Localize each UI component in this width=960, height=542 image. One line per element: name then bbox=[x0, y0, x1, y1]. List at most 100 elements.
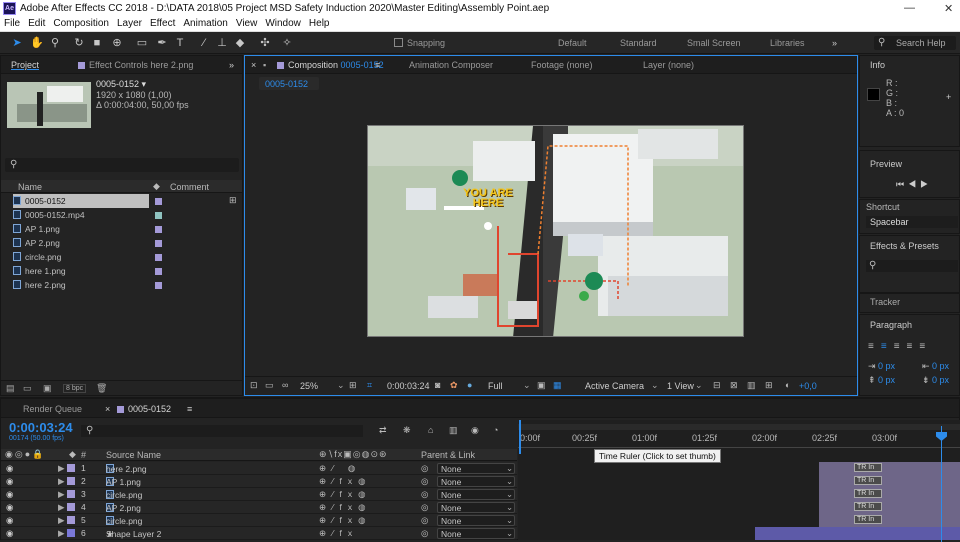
indent-left[interactable]: ⇥ 0 px bbox=[868, 361, 895, 372]
chevron-down-icon[interactable]: ⌄ bbox=[695, 380, 703, 391]
close-tab-icon[interactable]: × bbox=[251, 60, 256, 70]
new-composition-icon[interactable]: ▣ bbox=[43, 383, 52, 394]
eye-icon[interactable]: ◉ bbox=[6, 502, 13, 513]
work-area-bar[interactable] bbox=[518, 424, 960, 430]
project-item[interactable]: here 2.png bbox=[13, 278, 66, 292]
layer-switches[interactable]: ⊕⁄fx◍ bbox=[319, 476, 372, 487]
expand-arrow-icon[interactable]: ▶ bbox=[58, 502, 65, 513]
pickwhip-icon[interactable]: ◎ bbox=[421, 515, 428, 526]
marker-label[interactable]: TR In bbox=[854, 463, 882, 472]
minimize-icon[interactable]: — bbox=[904, 2, 915, 14]
menu-help[interactable]: Help bbox=[305, 17, 334, 29]
parent-select[interactable]: None ⌄ bbox=[437, 489, 515, 500]
eye-icon[interactable]: ◉ bbox=[6, 463, 13, 474]
selection-tool-icon[interactable]: ➤ bbox=[10, 36, 24, 50]
project-item[interactable]: 0005-0152.mp4 bbox=[13, 208, 85, 222]
layer-switches[interactable]: ⊕⁄fx◍ bbox=[319, 502, 372, 513]
parent-select[interactable]: None ⌄ bbox=[437, 515, 515, 526]
tab-render-queue[interactable]: Render Queue bbox=[23, 404, 82, 414]
frame-blending-icon[interactable]: ▥ bbox=[449, 425, 458, 436]
tab-effects-presets[interactable]: Effects & Presets bbox=[870, 241, 939, 251]
toggle-pixel-aspect-icon[interactable]: ⊟ bbox=[713, 380, 721, 391]
eye-icon[interactable]: ◉ bbox=[6, 528, 13, 539]
layer-name[interactable]: circle.png bbox=[106, 490, 142, 500]
col-source-name[interactable]: Source Name bbox=[106, 450, 161, 460]
label-tag-icon[interactable]: ◆ bbox=[153, 181, 160, 192]
parent-select[interactable]: None ⌄ bbox=[437, 476, 515, 487]
current-time[interactable]: 0:00:03:24 bbox=[387, 381, 430, 391]
show-snapshot-icon[interactable]: ✿ bbox=[450, 380, 458, 391]
close-icon[interactable]: ✕ bbox=[944, 2, 953, 15]
layer-row[interactable]: ◉ ▶ 1 here 2.png ⊕⁄ ◍ ◎ None ⌄ bbox=[1, 462, 517, 475]
rotate-tool-icon[interactable]: ↻ bbox=[72, 36, 86, 50]
marker-label[interactable]: TR In bbox=[854, 515, 882, 524]
menu-effect[interactable]: Effect bbox=[146, 17, 179, 29]
resolution-icon[interactable]: ⊞ bbox=[349, 380, 357, 391]
chevron-down-icon[interactable]: ⌄ bbox=[523, 380, 531, 391]
tab-footage[interactable]: Footage (none) bbox=[531, 60, 593, 70]
effects-search-input[interactable]: ⚲ bbox=[866, 260, 958, 272]
graph-editor-icon[interactable]: ◔ bbox=[493, 425, 498, 435]
type-tool-icon[interactable]: T bbox=[173, 36, 187, 50]
space-after[interactable]: ⇟ 0 px bbox=[922, 375, 949, 386]
shortcut-select[interactable]: Spacebar bbox=[866, 216, 958, 228]
eye-icon[interactable]: ◉ bbox=[6, 515, 13, 526]
parent-select[interactable]: None ⌄ bbox=[437, 502, 515, 513]
indent-right[interactable]: ⇤ 0 px bbox=[922, 361, 949, 372]
layer-row[interactable]: ◉ ▶ 5 circle.png ⊕⁄fx◍ ◎ None ⌄ bbox=[1, 514, 517, 527]
layer-switches[interactable]: ⊕⁄fx bbox=[319, 528, 358, 539]
col-comment[interactable]: Comment bbox=[170, 182, 209, 192]
snapping-checkbox[interactable] bbox=[394, 38, 403, 47]
label-swatch[interactable] bbox=[67, 503, 75, 511]
tab-composition-prefix[interactable]: Composition bbox=[288, 60, 338, 70]
layer-duration-bar[interactable] bbox=[819, 462, 960, 475]
label-swatch[interactable] bbox=[67, 477, 75, 485]
space-before[interactable]: ⇞ 0 px bbox=[868, 375, 895, 386]
time-ruler[interactable]: 0:00f 00:25f 01:00f 01:25f 02:00f 02:25f… bbox=[518, 432, 960, 448]
zoom-tool-icon[interactable]: ⚲ bbox=[48, 36, 62, 50]
project-item[interactable]: AP 2.png bbox=[13, 236, 60, 250]
col-parent-link[interactable]: Parent & Link bbox=[421, 450, 475, 460]
layer-duration-bar[interactable] bbox=[819, 514, 960, 527]
label-swatch[interactable] bbox=[67, 464, 75, 472]
tab-paragraph[interactable]: Paragraph bbox=[870, 320, 912, 330]
project-item[interactable]: here 1.png bbox=[13, 264, 66, 278]
marker-label[interactable]: TR In bbox=[854, 476, 882, 485]
label-swatch[interactable] bbox=[67, 529, 75, 537]
expand-arrow-icon[interactable]: ▶ bbox=[58, 528, 65, 539]
zoom-select[interactable]: 25% bbox=[300, 381, 318, 391]
tab-info[interactable]: Info bbox=[870, 60, 885, 70]
expand-arrow-icon[interactable]: ▶ bbox=[58, 515, 65, 526]
expand-arrow-icon[interactable]: ▶ bbox=[58, 489, 65, 500]
panel-menu-icon[interactable]: » bbox=[229, 60, 234, 70]
exposure-value[interactable]: +0,0 bbox=[799, 381, 817, 391]
roi-icon[interactable]: ⌗ bbox=[367, 380, 372, 391]
pickwhip-icon[interactable]: ◎ bbox=[421, 502, 428, 513]
tab-project[interactable]: Project bbox=[11, 60, 39, 70]
pickwhip-icon[interactable]: ◎ bbox=[421, 476, 428, 487]
expand-arrow-icon[interactable]: ▶ bbox=[58, 476, 65, 487]
fast-preview-icon[interactable]: ▣ bbox=[537, 380, 546, 391]
tab-preview[interactable]: Preview bbox=[870, 159, 902, 169]
layer-row[interactable]: ◉ ▶ 2 AP 1.png ⊕⁄fx◍ ◎ None ⌄ bbox=[1, 475, 517, 488]
chevron-down-icon[interactable]: ⌄ bbox=[651, 380, 659, 391]
layer-duration-bar[interactable] bbox=[819, 475, 960, 488]
pickwhip-icon[interactable]: ◎ bbox=[421, 489, 428, 500]
bit-depth-button[interactable]: 8 bpc bbox=[63, 384, 87, 393]
snapshot-icon[interactable]: ◙ bbox=[435, 380, 440, 390]
layer-name[interactable]: Shape Layer 2 bbox=[106, 529, 161, 539]
tab-animation-composer[interactable]: Animation Composer bbox=[409, 60, 493, 70]
timeline-icon[interactable]: ▥ bbox=[747, 380, 756, 391]
layer-row[interactable]: ◉ ▶ 4 AP 2.png ⊕⁄fx◍ ◎ None ⌄ bbox=[1, 501, 517, 514]
parent-select[interactable]: None ⌄ bbox=[437, 528, 515, 539]
pickwhip-icon[interactable]: ◎ bbox=[421, 528, 428, 539]
layer-name[interactable]: circle.png bbox=[106, 516, 142, 526]
always-preview-icon[interactable]: ⊡ bbox=[250, 380, 258, 391]
chevron-down-icon[interactable]: ⌄ bbox=[337, 380, 345, 391]
close-tab-icon[interactable]: × bbox=[105, 404, 110, 414]
menu-animation[interactable]: Animation bbox=[179, 17, 231, 29]
label-swatch[interactable] bbox=[67, 516, 75, 524]
puppet-tool-icon[interactable]: ✧ bbox=[280, 36, 294, 50]
transparency-grid-icon[interactable]: ▦ bbox=[553, 380, 562, 391]
tab-tracker[interactable]: Tracker bbox=[870, 297, 900, 307]
